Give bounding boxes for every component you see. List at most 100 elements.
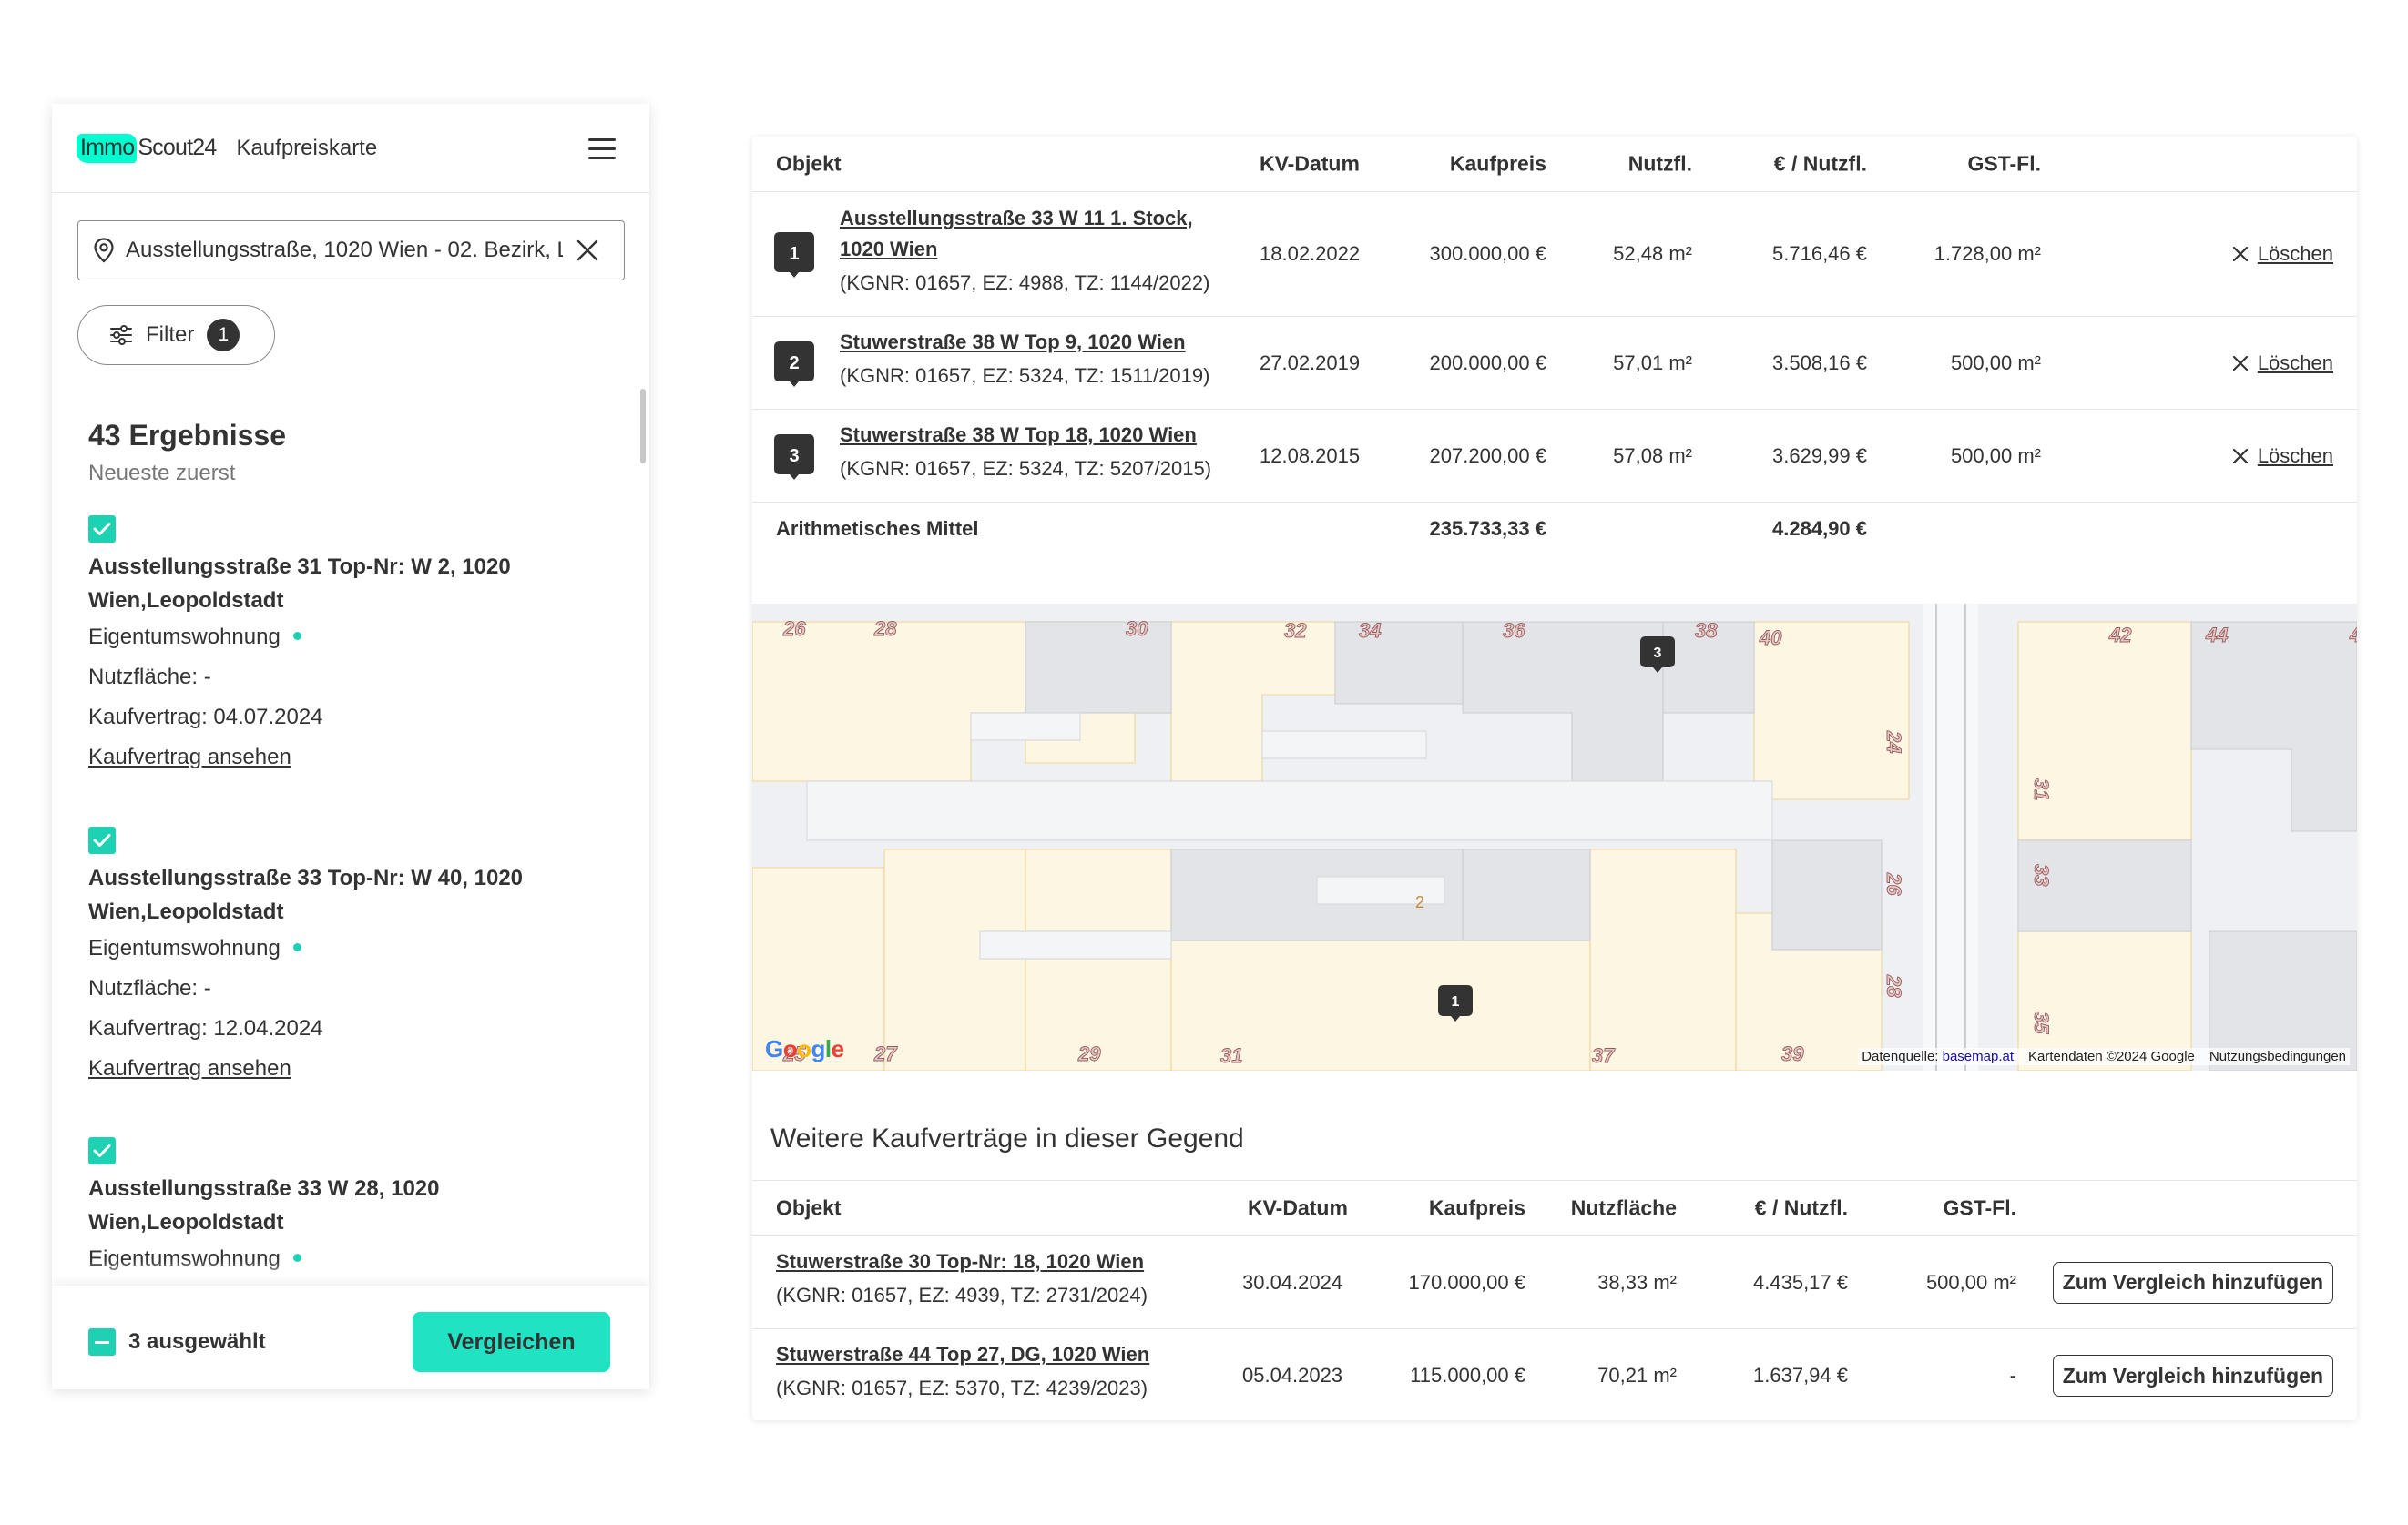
- house-number: 26: [782, 617, 806, 640]
- header-area: Nutzfläche: [1570, 1195, 1677, 1220]
- close-icon: [2232, 246, 2248, 262]
- marker-badge-icon: 3: [774, 434, 814, 480]
- marker-number: 2: [789, 353, 799, 373]
- house-number: 38: [1695, 619, 1718, 642]
- table-row: 2 Stuwerstraße 38 W Top 9, 1020 Wien (KG…: [752, 317, 2357, 410]
- object-registry: (KGNR: 01657, EZ: 5324, TZ: 1511/2019): [840, 364, 1210, 387]
- status-dot: [292, 943, 301, 952]
- header-price: Kaufpreis: [1449, 151, 1546, 176]
- result-checkbox[interactable]: [88, 1137, 116, 1164]
- mean-price-per-area: 4.284,90 €: [1772, 517, 1867, 540]
- object-link[interactable]: Ausstellungsstraße 33 W 11 1. Stock,: [840, 203, 1209, 234]
- logo-immo-text: Immo: [77, 133, 138, 163]
- results-scrollbar[interactable]: [640, 389, 646, 463]
- location-search-field[interactable]: [77, 220, 625, 280]
- house-number: 42: [2108, 624, 2132, 646]
- result-contract-date: Kaufvertrag: 12.04.2024: [88, 1016, 323, 1041]
- house-number: 29: [1077, 1042, 1101, 1065]
- price: 207.200,00 €: [1429, 443, 1546, 467]
- map-terms-link[interactable]: Nutzungsbedingungen: [2209, 1049, 2346, 1064]
- result-checkbox[interactable]: [88, 827, 116, 854]
- house-number: 36: [1503, 619, 1525, 642]
- object-cell: Stuwerstraße 38 W Top 18, 1020 Wien (KGN…: [840, 420, 1211, 487]
- marker-number: 1: [789, 244, 799, 264]
- deselect-all-checkbox[interactable]: [88, 1328, 116, 1356]
- contract-date: 05.04.2023: [1242, 1364, 1343, 1387]
- compare-button[interactable]: Vergleichen: [413, 1312, 610, 1372]
- search-input[interactable]: [126, 238, 563, 263]
- add-to-comparison-button[interactable]: Zum Vergleich hinzufügen: [2052, 1355, 2333, 1397]
- contract-date: 12.08.2015: [1260, 443, 1361, 467]
- basemap-link[interactable]: basemap.at: [1943, 1049, 2014, 1064]
- house-number: 33: [2030, 864, 2053, 886]
- object-link[interactable]: Stuwerstraße 38 W Top 18, 1020 Wien: [840, 420, 1211, 451]
- object-cell: Ausstellungsstraße 33 W 11 1. Stock, 102…: [840, 203, 1209, 301]
- plot-area: 500,00 m²: [1950, 351, 2041, 374]
- header-object: Objekt: [776, 1195, 842, 1220]
- google-logo[interactable]: Google: [765, 1035, 844, 1063]
- house-number: 44: [2205, 624, 2228, 646]
- object-cell: Stuwerstraße 38 W Top 9, 1020 Wien (KGNR…: [840, 327, 1209, 394]
- house-number: 31: [2030, 778, 2053, 800]
- price-per-area: 1.637,94 €: [1753, 1364, 1848, 1387]
- header-price-per-area: € / Nutzfl.: [1754, 1195, 1848, 1220]
- usable-area: 57,01 m²: [1613, 351, 1692, 374]
- filter-button[interactable]: Filter 1: [77, 305, 275, 365]
- map-marker-label: 3: [1654, 646, 1662, 661]
- checkmark-icon: [93, 834, 111, 847]
- plot-area: 500,00 m²: [1925, 1270, 2016, 1294]
- result-type: Eigentumswohnung: [88, 929, 626, 969]
- immoscout24-logo[interactable]: Immo Scout24: [77, 133, 217, 163]
- checkmark-icon: [93, 1144, 111, 1157]
- results-sort-label[interactable]: Neueste zuerst: [88, 461, 235, 486]
- header-date: KV-Datum: [1260, 151, 1360, 176]
- delete-label: Löschen: [2257, 443, 2333, 467]
- delete-button[interactable]: Löschen: [2232, 351, 2333, 375]
- plot-area: -: [2009, 1364, 2016, 1387]
- hamburger-menu-icon[interactable]: [588, 137, 616, 159]
- checkmark-icon: [93, 523, 111, 535]
- price-per-area: 3.508,16 €: [1772, 351, 1867, 374]
- result-checkbox[interactable]: [88, 515, 116, 543]
- header-price: Kaufpreis: [1428, 1195, 1525, 1220]
- result-area: Nutzfläche: -: [88, 665, 211, 689]
- object-registry: (KGNR: 01657, EZ: 5324, TZ: 5207/2015): [840, 457, 1212, 480]
- status-dot: [292, 632, 301, 641]
- view-contract-link[interactable]: Kaufvertrag ansehen: [88, 737, 626, 778]
- view-contract-link[interactable]: Kaufvertrag ansehen: [88, 1049, 626, 1089]
- object-link[interactable]: Stuwerstraße 30 Top-Nr: 18, 1020 Wien: [776, 1246, 1148, 1277]
- object-link[interactable]: Stuwerstraße 38 W Top 9, 1020 Wien: [840, 327, 1209, 358]
- clear-search-icon[interactable]: [576, 239, 599, 262]
- map-canvas: 26 28 30 32 34 36 38 40 42 44 4 25 27 29…: [752, 604, 2357, 1071]
- mean-price: 235.733,33 €: [1429, 517, 1546, 540]
- comparison-table-header: Objekt KV-Datum Kaufpreis Nutzfl. € / Nu…: [752, 137, 2357, 192]
- usable-area: 38,33 m²: [1597, 1270, 1677, 1294]
- map-data-copyright: Kartendaten ©2024 Google: [2028, 1049, 2195, 1064]
- delete-button[interactable]: Löschen: [2232, 444, 2333, 468]
- house-number: 40: [1759, 626, 1782, 649]
- usable-area: 57,08 m²: [1613, 443, 1692, 467]
- object-registry: (KGNR: 01657, EZ: 4988, TZ: 1144/2022): [840, 271, 1210, 294]
- table-row: Stuwerstraße 30 Top-Nr: 18, 1020 Wien (K…: [752, 1236, 2357, 1329]
- object-cell: Stuwerstraße 30 Top-Nr: 18, 1020 Wien (K…: [776, 1246, 1148, 1314]
- table-row: 1 Ausstellungsstraße 33 W 11 1. Stock, 1…: [752, 192, 2357, 317]
- contract-date: 30.04.2024: [1242, 1270, 1343, 1294]
- house-number: 24: [1883, 730, 1905, 753]
- house-number: 27: [873, 1042, 898, 1065]
- house-number: 28: [1883, 974, 1905, 998]
- header-date: KV-Datum: [1248, 1195, 1348, 1220]
- object-link[interactable]: Stuwerstraße 44 Top 27, DG, 1020 Wien: [776, 1339, 1149, 1370]
- price: 115.000,00 €: [1410, 1364, 1525, 1387]
- add-to-comparison-button[interactable]: Zum Vergleich hinzufügen: [2052, 1261, 2333, 1304]
- house-number: 4: [2349, 624, 2357, 646]
- comparison-card: Objekt KV-Datum Kaufpreis Nutzfl. € / Nu…: [752, 137, 2357, 1420]
- marker-badge-icon: 2: [774, 341, 814, 387]
- house-number: 31: [1220, 1044, 1242, 1067]
- header-plot-area: GST-Fl.: [1943, 1195, 2017, 1220]
- header-object: Objekt: [776, 151, 842, 176]
- property-map[interactable]: 26 28 30 32 34 36 38 40 42 44 4 25 27 29…: [752, 604, 2357, 1071]
- usable-area: 52,48 m²: [1613, 242, 1692, 265]
- delete-button[interactable]: Löschen: [2232, 242, 2333, 266]
- house-number: 28: [873, 617, 897, 640]
- object-link-line2[interactable]: 1020 Wien: [840, 234, 1209, 265]
